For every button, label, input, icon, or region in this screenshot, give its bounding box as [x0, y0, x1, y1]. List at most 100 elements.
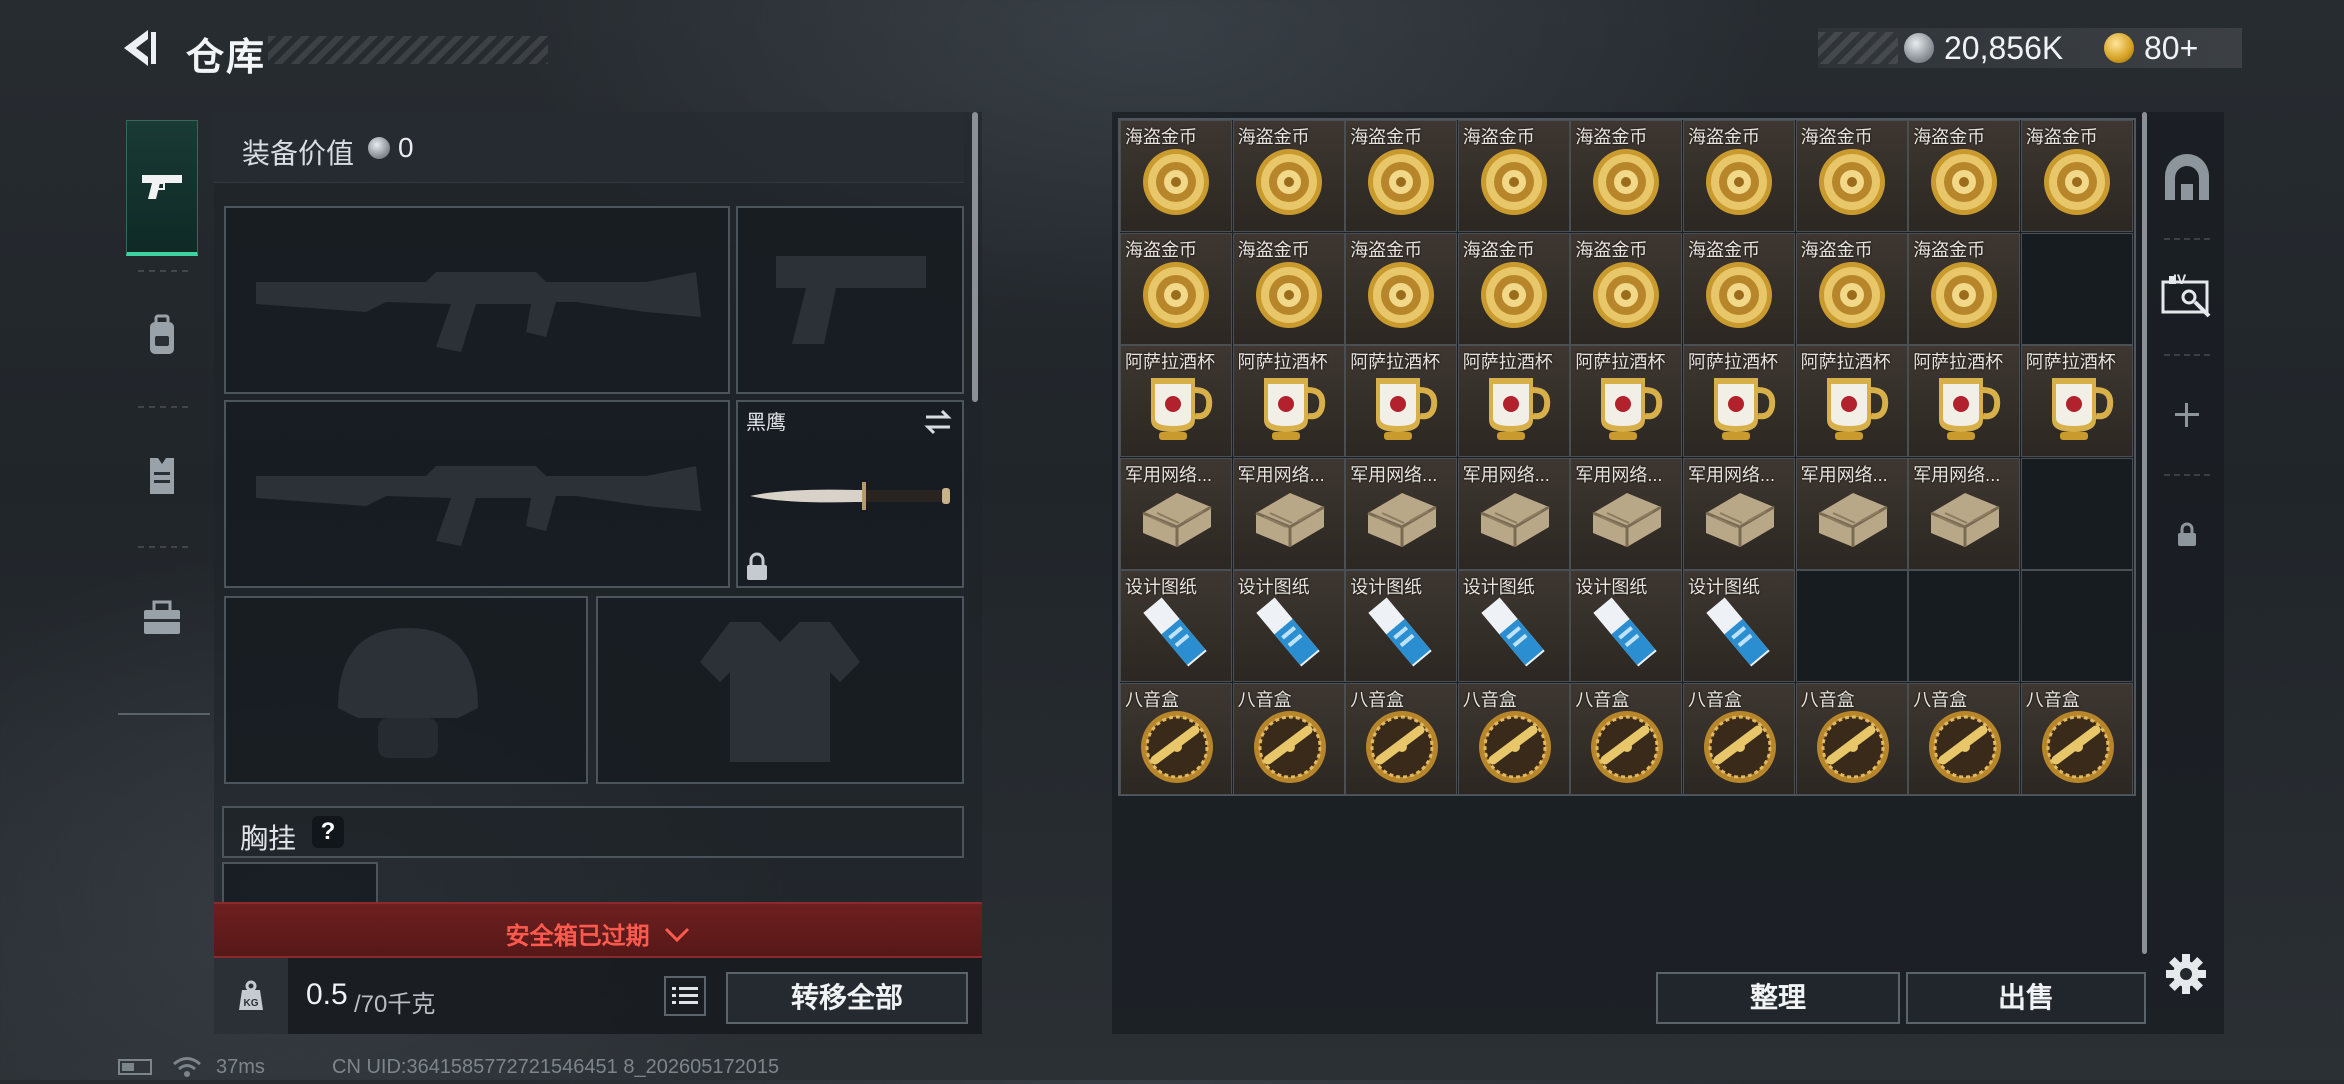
storage-item-golden-goblet[interactable]: 阿萨拉酒杯 [1795, 345, 1908, 458]
rail-tab-vest[interactable] [126, 408, 198, 544]
primary-weapon-slot-2[interactable] [224, 400, 730, 588]
equipment-value-label: 装备价值 [242, 138, 355, 169]
swap-icon[interactable] [922, 406, 954, 438]
storage-empty-cell[interactable] [2020, 570, 2133, 683]
storage-item-music-box[interactable]: 八音盒 [1345, 683, 1458, 795]
list-view-button[interactable] [664, 976, 706, 1016]
chest-rig-slot[interactable] [222, 862, 378, 902]
storage-tab-4[interactable]: IV [2150, 240, 2224, 350]
storage-item-golden-goblet[interactable]: 阿萨拉酒杯 [2020, 345, 2133, 458]
rail-tab-backpack[interactable] [126, 268, 198, 404]
rail-separator [138, 546, 188, 548]
add-storage-button[interactable] [2150, 360, 2224, 470]
rail-tab-weapon[interactable] [126, 120, 198, 256]
storage-item-military-router[interactable]: 军用网络... [1120, 457, 1232, 570]
storage-item-pirate-coin[interactable]: 海盗金币 [1120, 232, 1232, 345]
carry-weight-max: /70千克 [354, 991, 436, 1018]
storage-item-music-box[interactable]: 八音盒 [1795, 683, 1908, 795]
storage-item-military-router[interactable]: 军用网络... [1570, 457, 1683, 570]
lock-icon [2178, 522, 2196, 546]
storage-item-pirate-coin[interactable]: 海盗金币 [1232, 120, 1345, 232]
storage-item-pirate-coin[interactable]: 海盗金币 [1345, 120, 1458, 232]
sell-button[interactable]: 出售 [1906, 972, 2146, 1024]
primary-weapon-slot-1[interactable] [224, 206, 730, 394]
chest-rig-section: 胸挂 ? [222, 806, 964, 858]
settings-button[interactable] [2164, 952, 2208, 996]
storage-item-pirate-coin[interactable]: 海盗金币 [1570, 232, 1683, 345]
storage-grid: 海盗金币 海盗金币 海盗金币 海盗金币 海盗金币 海盗金币 海盗金币 海盗金币 海盗金币 海盗金币… [1118, 118, 2136, 796]
safebox-expired-banner[interactable]: 安全箱已过期 [214, 902, 982, 958]
storage-item-golden-goblet[interactable]: 阿萨拉酒杯 [1457, 345, 1570, 458]
storage-item-military-router[interactable]: 军用网络... [1345, 457, 1458, 570]
storage-item-blueprint[interactable]: 设计图纸 [1683, 570, 1795, 683]
battery-icon [118, 1059, 152, 1075]
rail-tab-toolbox[interactable] [126, 550, 198, 686]
list-icon [672, 987, 698, 1004]
chevron-down-icon [664, 924, 690, 952]
storage-item-music-box[interactable]: 八音盒 [1457, 683, 1570, 795]
storage-item-music-box[interactable]: 八音盒 [1908, 683, 2021, 795]
svg-text:KG: KG [244, 998, 259, 1009]
storage-empty-cell[interactable] [2020, 457, 2133, 570]
equipment-value-bar: 装备价值 0 [214, 112, 964, 183]
storage-item-pirate-coin[interactable]: 海盗金币 [1457, 120, 1570, 232]
storage-item-military-router[interactable]: 军用网络... [1232, 457, 1345, 570]
storage-item-golden-goblet[interactable]: 阿萨拉酒杯 [1570, 345, 1683, 458]
storage-item-pirate-coin[interactable]: 海盗金币 [1908, 232, 2021, 345]
storage-item-pirate-coin[interactable]: 海盗金币 [1232, 232, 1345, 345]
storage-item-music-box[interactable]: 八音盒 [1232, 683, 1345, 795]
lock-icon [747, 552, 767, 580]
storage-item-military-router[interactable]: 军用网络... [1795, 457, 1908, 570]
storage-item-pirate-coin[interactable]: 海盗金币 [1908, 120, 2021, 232]
sidearm-slot[interactable] [736, 206, 964, 394]
transfer-all-button[interactable]: 转移全部 [726, 972, 968, 1024]
storage-empty-cell[interactable] [1795, 570, 1908, 683]
pistol-silhouette-icon [776, 256, 926, 344]
chest-rig-help-button[interactable]: ? [312, 816, 344, 848]
storage-item-music-box[interactable]: 八音盒 [1683, 683, 1795, 795]
storage-item-golden-goblet[interactable]: 阿萨拉酒杯 [1683, 345, 1795, 458]
armor-slot[interactable] [596, 596, 964, 784]
storage-item-pirate-coin[interactable]: 海盗金币 [1457, 232, 1570, 345]
storage-item-blueprint[interactable]: 设计图纸 [1457, 570, 1570, 683]
storage-panel: 海盗金币 海盗金币 海盗金币 海盗金币 海盗金币 海盗金币 海盗金币 海盗金币 海盗金币 海盗金币… [1112, 112, 2224, 1034]
carry-weight-bar: KG 0.5 /70千克 转移全部 [214, 958, 982, 1034]
storage-item-blueprint[interactable]: 设计图纸 [1232, 570, 1345, 683]
back-button[interactable] [118, 26, 162, 70]
locked-storage-tab[interactable] [2150, 480, 2224, 590]
storage-item-golden-goblet[interactable]: 阿萨拉酒杯 [1345, 345, 1458, 458]
melee-slot[interactable]: 黑鹰 [736, 400, 964, 588]
storage-item-pirate-coin[interactable]: 海盗金币 [1795, 232, 1908, 345]
back-arrow-icon [124, 30, 156, 66]
storage-item-golden-goblet[interactable]: 阿萨拉酒杯 [1232, 345, 1345, 458]
storage-item-pirate-coin[interactable]: 海盗金币 [2020, 120, 2133, 232]
storage-item-military-router[interactable]: 军用网络... [1457, 457, 1570, 570]
storage-item-blueprint[interactable]: 设计图纸 [1120, 570, 1232, 683]
storage-item-pirate-coin[interactable]: 海盗金币 [1345, 232, 1458, 345]
header: 仓库 [118, 22, 548, 79]
storage-empty-cell[interactable] [2020, 232, 2133, 345]
storage-item-blueprint[interactable]: 设计图纸 [1345, 570, 1458, 683]
storage-item-military-router[interactable]: 军用网络... [1908, 457, 2021, 570]
storage-item-pirate-coin[interactable]: 海盗金币 [1120, 120, 1232, 232]
storage-item-pirate-coin[interactable]: 海盗金币 [1570, 120, 1683, 232]
equipment-scrollbar[interactable] [972, 112, 978, 402]
storage-tab-main[interactable] [2150, 124, 2224, 234]
helmet-slot[interactable] [224, 596, 588, 784]
storage-item-pirate-coin[interactable]: 海盗金币 [1683, 120, 1795, 232]
storage-empty-cell[interactable] [1908, 570, 2021, 683]
storage-item-pirate-coin[interactable]: 海盗金币 [1683, 232, 1795, 345]
helmet-silhouette-icon [338, 628, 478, 758]
sort-button[interactable]: 整理 [1656, 972, 1900, 1024]
ticket-balance: 80+ [2144, 30, 2199, 66]
storage-item-music-box[interactable]: 八音盒 [2020, 683, 2133, 795]
currency-bar: 20,856K 80+ [1818, 28, 2242, 68]
storage-scrollbar[interactable] [2142, 112, 2147, 954]
storage-item-music-box[interactable]: 八音盒 [1570, 683, 1683, 795]
storage-item-military-router[interactable]: 军用网络... [1683, 457, 1795, 570]
storage-item-blueprint[interactable]: 设计图纸 [1570, 570, 1683, 683]
storage-item-golden-goblet[interactable]: 阿萨拉酒杯 [1120, 345, 1232, 458]
storage-item-golden-goblet[interactable]: 阿萨拉酒杯 [1908, 345, 2021, 458]
storage-item-pirate-coin[interactable]: 海盗金币 [1795, 120, 1908, 232]
storage-item-music-box[interactable]: 八音盒 [1120, 683, 1232, 795]
